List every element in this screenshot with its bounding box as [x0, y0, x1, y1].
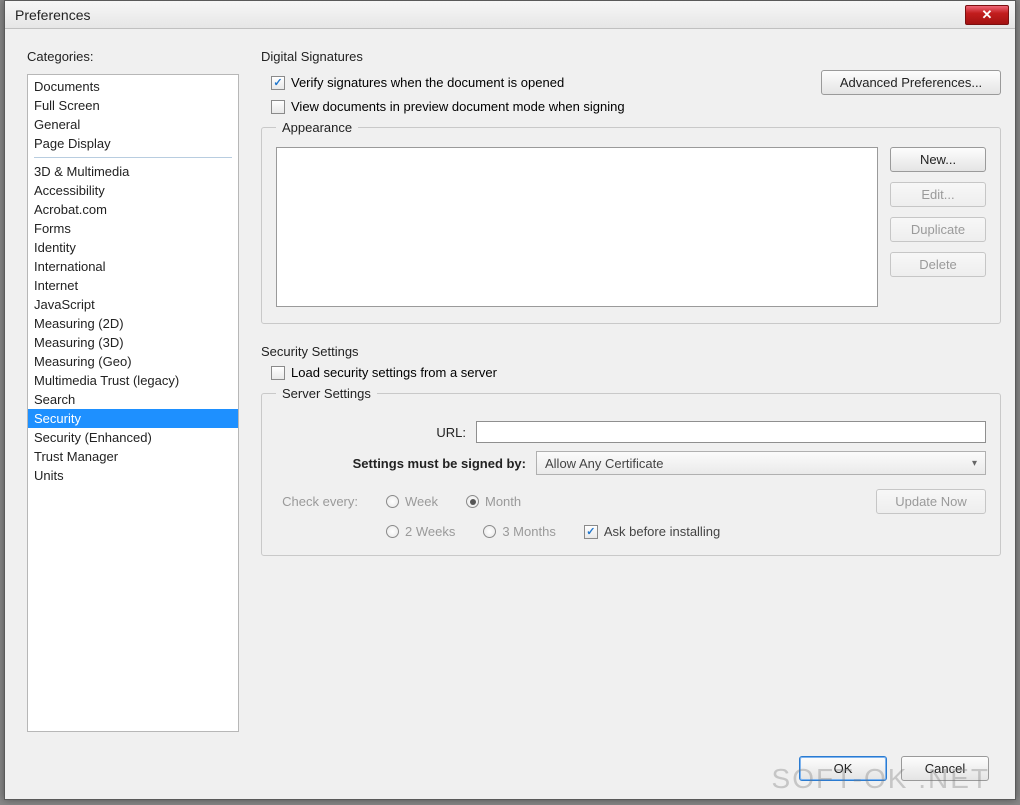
category-item[interactable]: Measuring (3D): [28, 333, 238, 352]
category-item[interactable]: Forms: [28, 219, 238, 238]
url-input[interactable]: [476, 421, 986, 443]
signed-by-select[interactable]: Allow Any Certificate ▾: [536, 451, 986, 475]
category-item[interactable]: Trust Manager: [28, 447, 238, 466]
category-separator: [34, 157, 232, 158]
radio-icon: [466, 495, 479, 508]
category-item[interactable]: Security: [28, 409, 238, 428]
category-item[interactable]: International: [28, 257, 238, 276]
dialog-footer: OK Cancel: [5, 742, 1015, 799]
category-item[interactable]: JavaScript: [28, 295, 238, 314]
cancel-button[interactable]: Cancel: [901, 756, 989, 781]
category-item[interactable]: Identity: [28, 238, 238, 257]
edit-button[interactable]: Edit...: [890, 182, 986, 207]
signed-by-label: Settings must be signed by:: [276, 456, 526, 471]
appearance-list[interactable]: [276, 147, 878, 307]
category-item[interactable]: Documents: [28, 77, 238, 96]
window-title: Preferences: [15, 7, 965, 23]
interval-week[interactable]: Week: [386, 494, 438, 509]
server-settings-fieldset: Server Settings URL: Settings must be si…: [261, 386, 1001, 556]
category-item[interactable]: Security (Enhanced): [28, 428, 238, 447]
delete-button[interactable]: Delete: [890, 252, 986, 277]
dialog-body: Categories: DocumentsFull ScreenGeneralP…: [5, 29, 1015, 742]
category-item[interactable]: Acrobat.com: [28, 200, 238, 219]
server-settings-legend: Server Settings: [276, 386, 377, 401]
category-item[interactable]: Measuring (Geo): [28, 352, 238, 371]
interval-month[interactable]: Month: [466, 494, 521, 509]
titlebar: Preferences ✕: [5, 1, 1015, 29]
preview-mode-label: View documents in preview document mode …: [291, 99, 625, 114]
security-settings-section: Security Settings Load security settings…: [261, 344, 1001, 556]
ok-button[interactable]: OK: [799, 756, 887, 781]
close-button[interactable]: ✕: [965, 5, 1009, 25]
digital-signatures-heading: Digital Signatures: [261, 49, 1001, 64]
verify-signatures-label: Verify signatures when the document is o…: [291, 75, 564, 90]
radio-icon: [386, 525, 399, 538]
appearance-legend: Appearance: [276, 120, 358, 135]
category-item[interactable]: 3D & Multimedia: [28, 162, 238, 181]
category-item[interactable]: Full Screen: [28, 96, 238, 115]
appearance-buttons: New... Edit... Duplicate Delete: [890, 147, 986, 307]
verify-signatures-checkbox[interactable]: [271, 76, 285, 90]
load-settings-checkbox[interactable]: [271, 366, 285, 380]
main-panel: Digital Signatures Verify signatures whe…: [261, 49, 1001, 732]
new-button[interactable]: New...: [890, 147, 986, 172]
update-now-button[interactable]: Update Now: [876, 489, 986, 514]
digital-signatures-section: Digital Signatures Verify signatures whe…: [261, 49, 1001, 324]
advanced-preferences-button[interactable]: Advanced Preferences...: [821, 70, 1001, 95]
ask-checkbox[interactable]: [584, 525, 598, 539]
category-item[interactable]: Accessibility: [28, 181, 238, 200]
appearance-fieldset: Appearance New... Edit... Duplicate Dele…: [261, 120, 1001, 324]
category-item[interactable]: Multimedia Trust (legacy): [28, 371, 238, 390]
security-settings-heading: Security Settings: [261, 344, 1001, 359]
signed-by-value: Allow Any Certificate: [545, 456, 664, 471]
category-item[interactable]: Page Display: [28, 134, 238, 153]
category-item[interactable]: Units: [28, 466, 238, 485]
url-label: URL:: [276, 425, 466, 440]
check-every-label: Check every:: [280, 494, 358, 509]
preview-mode-checkbox[interactable]: [271, 100, 285, 114]
category-item[interactable]: General: [28, 115, 238, 134]
interval-2weeks[interactable]: 2 Weeks: [386, 524, 455, 539]
category-item[interactable]: Search: [28, 390, 238, 409]
duplicate-button[interactable]: Duplicate: [890, 217, 986, 242]
categories-sidebar: Categories: DocumentsFull ScreenGeneralP…: [27, 49, 239, 732]
categories-label: Categories:: [27, 49, 239, 64]
category-item[interactable]: Internet: [28, 276, 238, 295]
chevron-down-icon: ▾: [972, 458, 977, 469]
load-settings-label: Load security settings from a server: [291, 365, 497, 380]
categories-list[interactable]: DocumentsFull ScreenGeneralPage Display 3…: [27, 74, 239, 732]
interval-3months[interactable]: 3 Months: [483, 524, 555, 539]
preferences-window: Preferences ✕ Categories: DocumentsFull …: [4, 0, 1016, 800]
radio-icon: [483, 525, 496, 538]
radio-icon: [386, 495, 399, 508]
ask-before-installing[interactable]: Ask before installing: [584, 524, 720, 539]
category-item[interactable]: Measuring (2D): [28, 314, 238, 333]
